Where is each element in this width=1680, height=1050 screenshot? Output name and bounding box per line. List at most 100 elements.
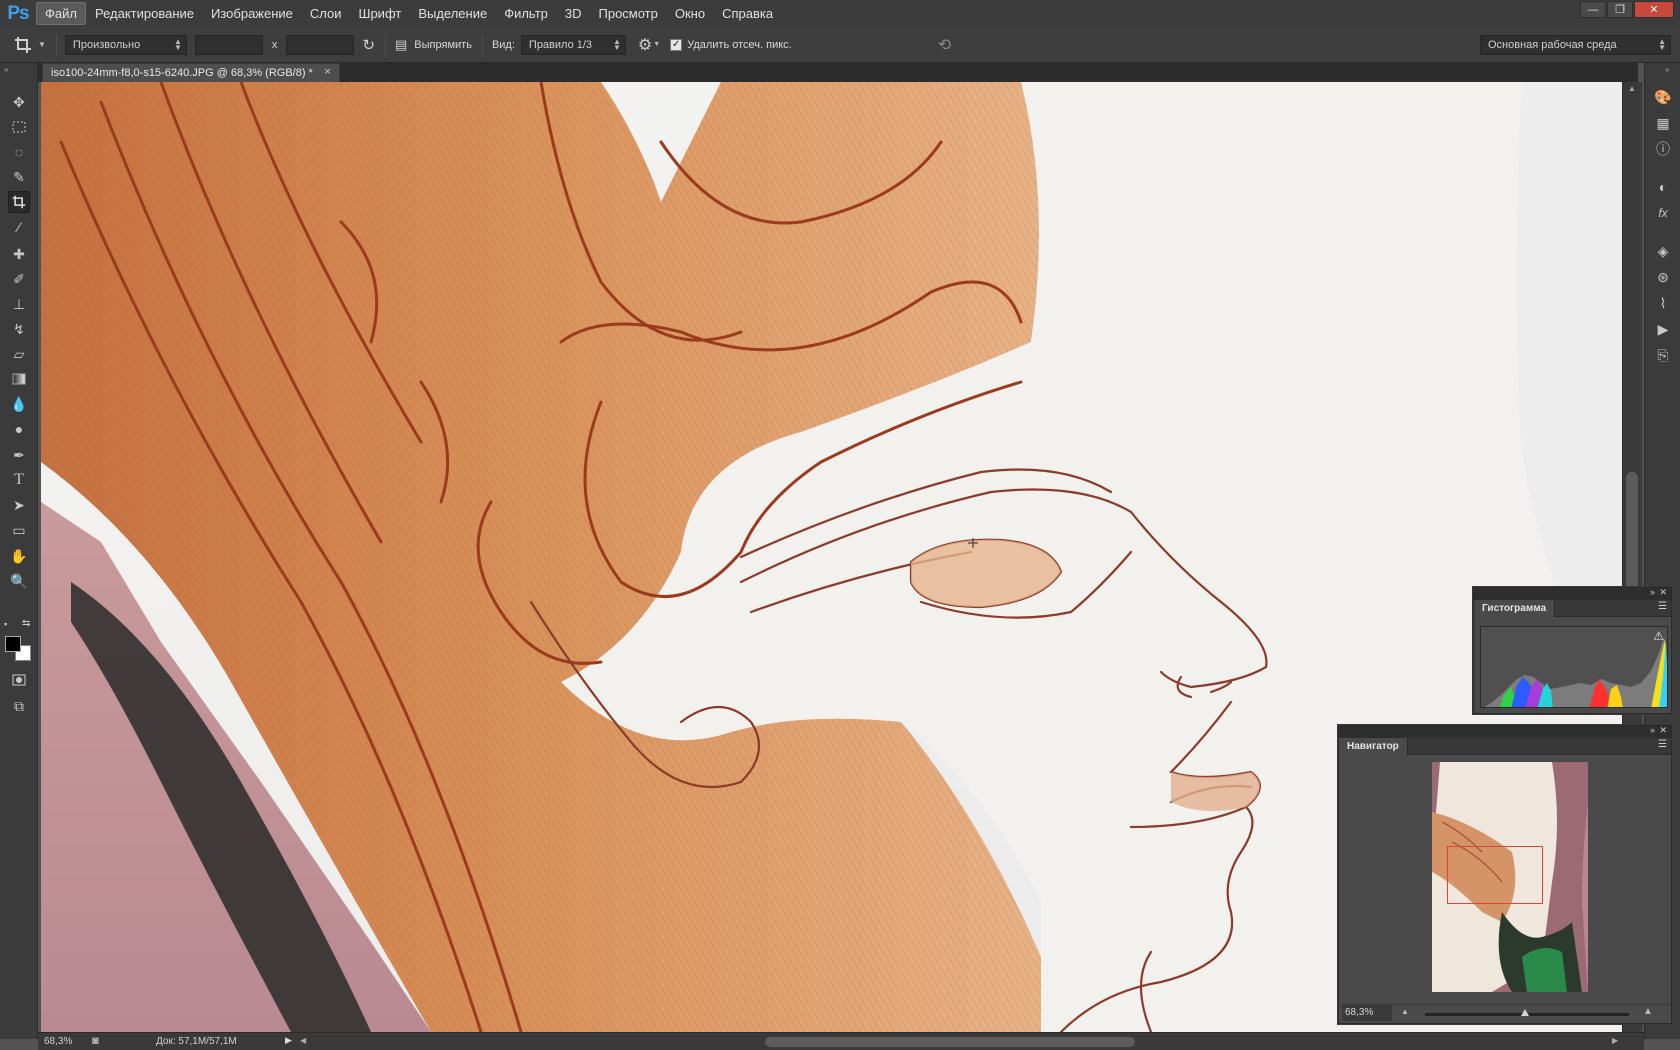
width-field[interactable] xyxy=(194,34,263,55)
menu-type[interactable]: Шрифт xyxy=(351,3,410,24)
straighten-icon[interactable]: ▤ xyxy=(395,37,407,53)
default-colors-icon[interactable]: ▪ xyxy=(4,619,7,629)
type-icon[interactable]: T xyxy=(8,469,30,491)
height-field[interactable] xyxy=(286,34,355,55)
collapse-dock-icon[interactable]: « xyxy=(1665,65,1669,74)
navigator-thumbnail[interactable] xyxy=(1432,762,1588,992)
ratio-select[interactable]: Произвольно ▲ ▼ xyxy=(64,34,187,55)
swap-colors-icon[interactable]: ⇆ xyxy=(22,618,30,629)
quick-mask-icon[interactable] xyxy=(8,669,30,691)
status-menu-arrow-icon[interactable]: ▶ xyxy=(285,1035,292,1046)
workspace-select-value: Основная рабочая среда xyxy=(1488,38,1617,51)
reset-icon[interactable]: ⟲ xyxy=(938,35,951,55)
panel-menu-icon[interactable]: ☰ xyxy=(1658,601,1667,612)
panel-titlebar[interactable]: » ✕ xyxy=(1339,725,1671,738)
channels-icon[interactable]: ⊛ xyxy=(1653,267,1673,287)
navigator-zoom-field[interactable]: 68,3% xyxy=(1342,1005,1392,1021)
document-tab-title: iso100-24mm-f8,0-s15-6240.JPG @ 68,3% (R… xyxy=(51,67,313,79)
move-icon[interactable]: ✥ xyxy=(8,91,30,113)
close-panel-icon[interactable]: ✕ xyxy=(1659,587,1667,598)
gear-icon[interactable]: ⚙ xyxy=(638,35,652,55)
screen-mode-icon[interactable]: ⧉ xyxy=(8,695,30,717)
history-icon[interactable]: ⎘ xyxy=(1653,345,1673,365)
pen-icon[interactable]: ✒ xyxy=(8,444,30,466)
eraser-icon[interactable]: ▱ xyxy=(8,343,30,365)
color-icon[interactable]: 🎨 xyxy=(1653,87,1673,107)
zoom-out-icon[interactable]: ▲ xyxy=(1401,1007,1409,1016)
hand-icon[interactable]: ✋ xyxy=(8,545,30,567)
eyedropper-icon[interactable]: ⁄ xyxy=(8,216,30,238)
history-brush-icon[interactable]: ↯ xyxy=(8,318,30,340)
document-tab[interactable]: iso100-24mm-f8,0-s15-6240.JPG @ 68,3% (R… xyxy=(42,63,340,82)
x-separator: x xyxy=(271,38,278,51)
menu-select[interactable]: Выделение xyxy=(410,3,495,24)
navigator-view-box[interactable] xyxy=(1447,846,1543,904)
histogram-panel: » ✕ Гистограмма ☰ ⚠ xyxy=(1473,587,1672,714)
crop-icon[interactable] xyxy=(8,191,30,213)
menu-file[interactable]: Файл xyxy=(36,2,86,25)
path-select-icon[interactable]: ➤ xyxy=(8,494,30,516)
delete-cropped-checkbox[interactable]: ✓ xyxy=(670,38,683,51)
straighten-label[interactable]: Выпрямить xyxy=(414,39,472,51)
swap-icon[interactable]: ↻ xyxy=(362,36,375,54)
status-share-icon[interactable]: ◙ xyxy=(92,1035,99,1047)
histogram-tab[interactable]: Гистограмма xyxy=(1474,600,1556,617)
collapse-panel-icon[interactable]: » xyxy=(1650,725,1655,735)
menu-window[interactable]: Окно xyxy=(667,3,713,24)
workspace-select[interactable]: Основная рабочая среда ▲ ▼ xyxy=(1480,34,1671,55)
blur-icon[interactable]: 💧 xyxy=(8,393,30,415)
zoom-icon[interactable]: 🔍 xyxy=(8,570,30,592)
menu-view[interactable]: Просмотр xyxy=(591,3,666,24)
gear-dropdown-arrow-icon[interactable]: ▼ xyxy=(653,41,660,48)
view-select[interactable]: Правило 1/3 ▲ ▼ xyxy=(520,34,626,55)
close-panel-icon[interactable]: ✕ xyxy=(1659,725,1667,736)
actions-icon[interactable]: ▶ xyxy=(1653,319,1673,339)
panel-titlebar[interactable]: » ✕ xyxy=(1474,587,1671,600)
layers-icon[interactable]: ◈ xyxy=(1653,241,1673,261)
menu-image[interactable]: Изображение xyxy=(203,3,301,24)
menu-3d[interactable]: 3D xyxy=(557,3,590,24)
dodge-icon[interactable]: ● xyxy=(8,418,30,440)
minimize-button[interactable]: — xyxy=(1580,1,1606,18)
collapse-panel-icon[interactable]: » xyxy=(1650,587,1655,597)
styles-icon[interactable]: fx xyxy=(1653,203,1673,223)
horizontal-scroll-thumb[interactable] xyxy=(765,1037,1135,1047)
scroll-right-icon[interactable]: ▶ xyxy=(1612,1036,1618,1045)
status-zoom[interactable]: 68,3% xyxy=(44,1036,72,1047)
lasso-icon[interactable]: ◌ xyxy=(8,141,30,163)
brush-icon[interactable]: ✐ xyxy=(8,268,30,290)
status-bar: 68,3% ◙ Док: 57,1M/57,1M ▶ ◀ ▶ xyxy=(38,1032,1644,1050)
crop-tool-preset-icon[interactable] xyxy=(14,36,34,54)
foreground-color-swatch[interactable] xyxy=(5,636,21,652)
scroll-left-icon[interactable]: ◀ xyxy=(300,1036,306,1045)
navigator-tab[interactable]: Навигатор xyxy=(1339,738,1408,755)
marquee-icon[interactable] xyxy=(8,116,30,138)
scroll-up-icon[interactable]: ▲ xyxy=(1628,84,1636,93)
zoom-in-icon[interactable]: ▲ xyxy=(1643,1006,1653,1017)
document-tab-bar: iso100-24mm-f8,0-s15-6240.JPG @ 68,3% (R… xyxy=(38,63,1638,82)
info-icon[interactable]: ⓘ xyxy=(1653,139,1673,159)
paths-icon[interactable]: ⌇ xyxy=(1653,293,1673,313)
adjustments-icon[interactable]: ◐ xyxy=(1653,177,1673,197)
zoom-slider-thumb[interactable] xyxy=(1521,1009,1529,1016)
delete-cropped-label[interactable]: Удалить отсеч. пикс. xyxy=(687,39,792,51)
warning-icon[interactable]: ⚠ xyxy=(1653,629,1664,643)
gradient-icon[interactable] xyxy=(8,368,30,390)
swatches-icon[interactable]: ▦ xyxy=(1653,113,1673,133)
collapse-tools-icon[interactable]: » xyxy=(4,65,8,74)
menu-layers[interactable]: Слои xyxy=(302,3,350,24)
stamp-icon[interactable]: ⊥ xyxy=(8,293,30,315)
close-window-button[interactable]: ✕ xyxy=(1634,1,1674,18)
quick-select-icon[interactable]: ✎ xyxy=(8,166,30,188)
restore-button[interactable]: ❐ xyxy=(1607,1,1633,18)
preset-dropdown-arrow-icon[interactable]: ▼ xyxy=(38,40,46,49)
menu-help[interactable]: Справка xyxy=(714,3,781,24)
separator xyxy=(55,32,57,57)
close-document-icon[interactable]: × xyxy=(324,66,330,78)
panel-menu-icon[interactable]: ☰ xyxy=(1658,739,1667,750)
status-doc-info[interactable]: Док: 57,1M/57,1M xyxy=(156,1036,237,1047)
healing-icon[interactable]: ✚ xyxy=(8,243,30,265)
menu-filter[interactable]: Фильтр xyxy=(496,3,556,24)
rectangle-icon[interactable]: ▭ xyxy=(8,519,30,541)
menu-edit[interactable]: Редактирование xyxy=(87,3,202,24)
